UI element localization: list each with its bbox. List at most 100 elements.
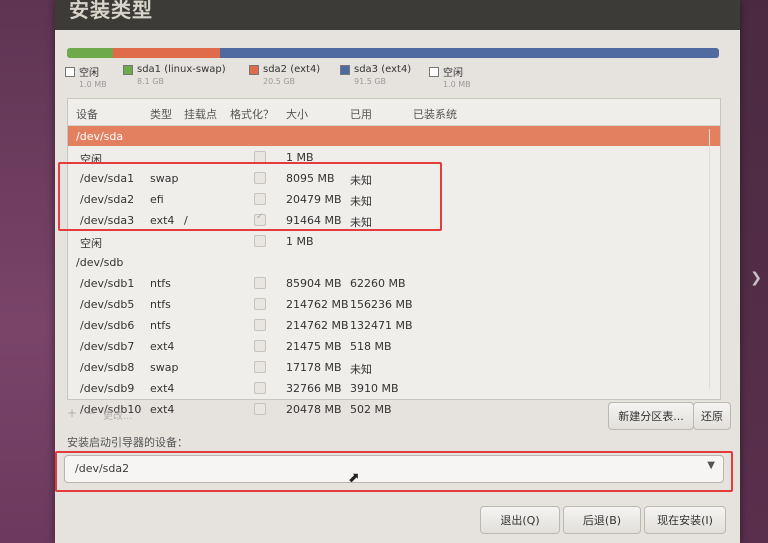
legend-item: sda3 (ext4) 91.5 GB [340,64,411,86]
desktop-background-left [0,0,55,543]
cell-used: 未知 [350,174,372,187]
mouse-cursor-icon: ⬈ [348,470,360,486]
cell-device: /dev/sdb8 [80,361,135,374]
legend-swatch [123,64,133,75]
cell-type: swap [150,172,179,185]
table-row[interactable]: /dev/sdb8 swap 17178 MB 未知 [68,357,720,377]
format-checkbox[interactable] [254,172,266,184]
header-used[interactable]: 已用 [350,106,372,122]
format-checkbox[interactable] [254,382,266,394]
installer-window: 安装类型 空闲 1.0 MB sda1 (linux-swap) 8.1 GB … [55,0,740,543]
usage-segment [112,48,221,58]
table-row[interactable]: /dev/sdb9 ext4 32766 MB 3910 MB [68,378,720,398]
cell-device: /dev/sdb9 [80,382,135,395]
header-type[interactable]: 类型 [150,106,172,122]
format-checkbox[interactable] [254,212,266,226]
cell-device: /dev/sda3 [80,214,135,227]
table-row[interactable]: /dev/sda2 efi 20479 MB 未知 [68,189,720,209]
cell-used: 未知 [350,195,372,208]
format-checkbox[interactable] [254,319,266,331]
cell-device: /dev/sdb [76,256,124,269]
format-checkbox[interactable] [254,298,266,310]
add-icon[interactable]: + [67,406,77,420]
table-row[interactable]: /dev/sda [68,126,720,146]
table-row[interactable]: /dev/sdb5 ntfs 214762 MB 156236 MB [68,294,720,314]
cell-type: ntfs [150,319,171,332]
legend-label: sda3 (ext4) [354,64,412,75]
cell-device: /dev/sda [76,130,124,143]
cell-size: 17178 MB [286,361,342,374]
legend-item: sda1 (linux-swap) 8.1 GB [123,64,226,86]
legend-size: 1.0 MB [79,80,107,89]
table-header: 设备 类型 挂载点 格式化？ 大小 已用 已装系统 [68,99,720,126]
change-button[interactable]: 更改... [103,407,133,422]
legend-swatch [340,64,350,75]
legend-item: 空闲 1.0 MB [429,64,471,89]
header-installed-os[interactable]: 已装系统 [413,106,457,122]
cell-type: ntfs [150,277,171,290]
cell-size: 32766 MB [286,382,342,395]
header-format[interactable]: 格式化？ [230,106,274,122]
legend-size: 8.1 GB [137,76,164,86]
legend-size: 20.5 GB [263,76,296,86]
cell-device: /dev/sda2 [80,193,135,206]
format-checkbox[interactable] [254,277,266,289]
cell-used: 未知 [350,216,372,229]
table-row[interactable]: /dev/sdb7 ext4 21475 MB 518 MB [68,336,720,356]
format-checkbox[interactable] [254,340,266,352]
quit-button[interactable]: 退出(Q) [480,506,560,534]
dropdown-arrow-icon: ▼ [707,460,715,471]
partition-toolbar: + − 更改... 新建分区表... 还原 [65,400,731,432]
new-partition-table-button[interactable]: 新建分区表... [608,402,694,430]
cell-device: /dev/sda1 [80,172,135,185]
header-mount[interactable]: 挂载点 [184,106,217,122]
format-checkbox[interactable] [254,361,266,373]
usage-segment [67,48,113,58]
legend-label: 空闲 [443,68,463,79]
cell-used: 62260 MB [350,277,406,290]
remove-icon[interactable]: − [85,406,95,420]
cell-size: 20479 MB [286,193,342,206]
table-row[interactable]: /dev/sdb6 ntfs 214762 MB 132471 MB [68,315,720,335]
disk-legend: 空闲 1.0 MB sda1 (linux-swap) 8.1 GB sda2 … [65,64,725,92]
revert-button[interactable]: 还原 [693,402,731,430]
cell-size: 21475 MB [286,340,342,353]
header-device[interactable]: 设备 [76,106,98,122]
cell-size: 85904 MB [286,277,342,290]
table-row[interactable]: 空闲 1 MB [68,231,720,251]
boot-device-select[interactable]: /dev/sda2 ▼ [64,455,724,483]
format-checkbox[interactable] [254,151,266,163]
cell-device: /dev/sdb5 [80,298,135,311]
cell-used: 156236 MB [350,298,413,311]
disk-usage-bar [67,48,719,58]
table-row[interactable]: 空闲 1 MB [68,147,720,167]
cell-device: 空闲 [80,153,102,166]
scrollbar[interactable] [709,129,716,389]
cell-size: 8095 MB [286,172,335,185]
cell-type: ext4 [150,340,175,353]
legend-swatch [249,64,259,75]
partition-table: 设备 类型 挂载点 格式化？ 大小 已用 已装系统 /dev/sda 空闲 1 MB… [67,98,721,416]
back-button[interactable]: 后退(B) [563,506,641,534]
legend-label: sda2 (ext4) [263,64,321,75]
format-checkbox[interactable] [254,193,266,205]
cell-device: /dev/sdb6 [80,319,135,332]
boot-device-value: /dev/sda2 [75,462,130,475]
cell-type: ext4 [150,214,175,227]
legend-item: sda2 (ext4) 20.5 GB [249,64,320,86]
cell-used: 132471 MB [350,319,413,332]
table-row[interactable]: /dev/sda3 ext4 / 91464 MB 未知 [68,210,720,230]
header-size[interactable]: 大小 [286,106,308,122]
table-row[interactable]: /dev/sda1 swap 8095 MB 未知 [68,168,720,188]
cell-device: 空闲 [80,237,102,250]
chevron-right-icon[interactable]: ❯ [750,270,762,286]
install-now-button[interactable]: 现在安装(I) [644,506,726,534]
window-title: 安装类型 [69,0,153,22]
table-row[interactable]: /dev/sdb1 ntfs 85904 MB 62260 MB [68,273,720,293]
table-row[interactable]: /dev/sdb [68,252,720,272]
legend-label: sda1 (linux-swap) [137,64,226,75]
cell-type: swap [150,361,179,374]
format-checkbox[interactable] [254,235,266,247]
cell-size: 214762 MB [286,298,349,311]
cell-size: 1 MB [286,235,314,248]
